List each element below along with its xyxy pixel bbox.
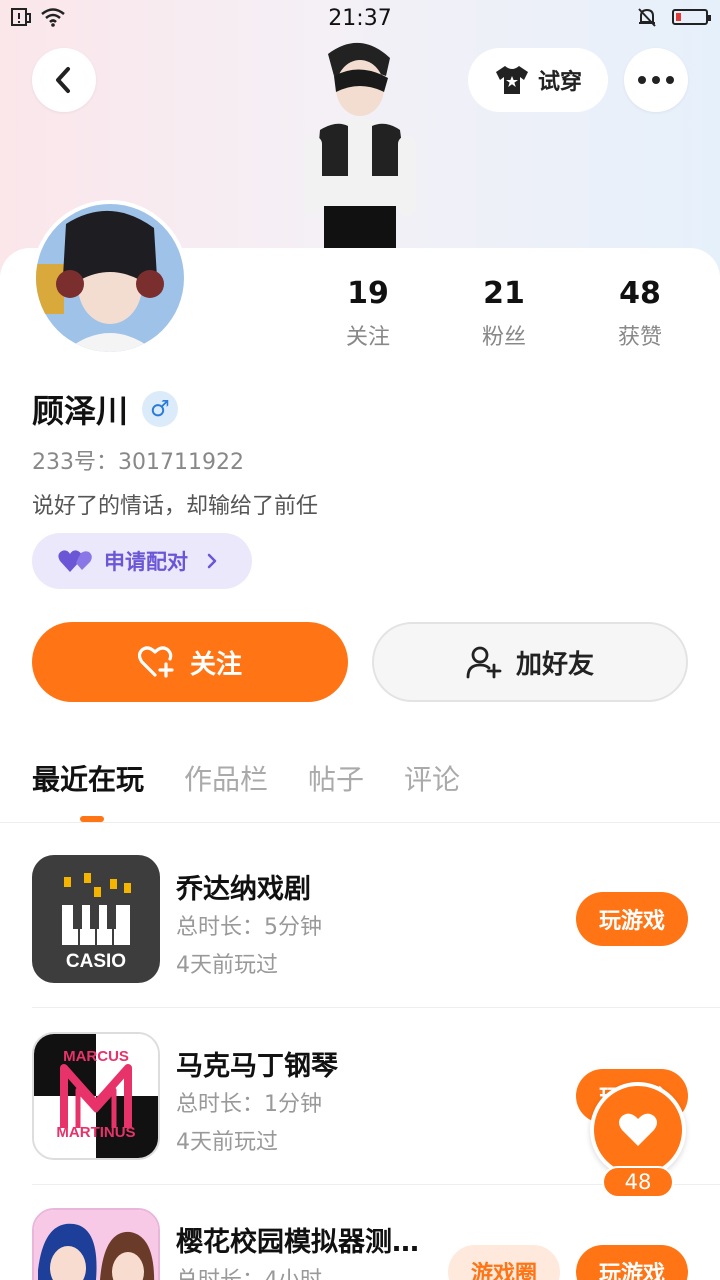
marcus-logo-text: MARCUS — [63, 1048, 129, 1065]
chevron-right-icon — [207, 553, 217, 569]
profile-tabs: 最近在玩 作品栏 帖子 评论 — [32, 758, 460, 798]
avatar-3d-figure — [290, 36, 430, 248]
stat-likes-value: 48 — [619, 276, 661, 311]
game-duration: 总时长：1分钟 — [176, 1092, 322, 1117]
add-friend-button[interactable]: 加好友 — [372, 622, 688, 702]
try-on-button[interactable]: 试穿 — [468, 48, 608, 112]
try-on-label: 试穿 — [537, 70, 582, 95]
avatar[interactable] — [32, 200, 188, 356]
game-icon-sakura-school — [32, 1208, 160, 1280]
status-bar: 21:37 — [0, 0, 720, 40]
game-title: 马克马丁钢琴 — [176, 1051, 338, 1082]
tshirt-icon — [495, 66, 528, 94]
tab-recently-played[interactable]: 最近在玩 — [32, 758, 144, 798]
stat-followers[interactable]: 21 粉丝 — [436, 276, 572, 356]
double-heart-icon — [58, 550, 92, 572]
battery-icon — [672, 9, 711, 25]
game-duration: 总时长：5分钟 — [176, 915, 322, 940]
add-user-icon — [466, 646, 502, 679]
game-circle-button[interactable]: 游戏圈 — [448, 1245, 560, 1280]
user-bio: 说好了的情话，却输给了前任 — [32, 494, 319, 519]
apply-match-label: 申请配对 — [104, 550, 188, 574]
male-gender-icon: ♂ — [142, 391, 179, 427]
more-dots-icon — [638, 76, 674, 84]
stat-following[interactable]: 19 关注 — [300, 276, 436, 356]
heart-icon — [619, 1113, 657, 1146]
user-id: 233号：301711922 — [32, 450, 244, 475]
tabs-divider — [0, 822, 720, 823]
game-last-played: 4天前玩过 — [176, 953, 278, 978]
stat-following-label: 关注 — [345, 325, 390, 350]
game-icon-marcus-martinus: MARCUS MARTINUS — [32, 1032, 160, 1160]
name-row: 顾泽川 ♂ — [32, 386, 179, 432]
row-divider — [32, 1007, 720, 1008]
stat-followers-label: 粉丝 — [481, 325, 526, 350]
tab-works[interactable]: 作品栏 — [184, 758, 268, 798]
stat-likes-label: 获赞 — [617, 325, 662, 350]
game-last-played: 4天前玩过 — [176, 1130, 278, 1155]
game-title: 乔达纳戏剧 — [176, 874, 311, 905]
game-icon-casio: CASIO — [32, 855, 160, 983]
profile-stats: 19 关注 21 粉丝 48 获赞 — [300, 276, 720, 356]
add-friend-label: 加好友 — [515, 649, 594, 680]
list-item[interactable]: 樱花校园模拟器测… 总时长：4小时 游戏圈 玩游戏 — [32, 1208, 720, 1280]
tab-comments[interactable]: 评论 — [404, 758, 460, 798]
follow-label: 关注 — [189, 649, 242, 680]
apply-match-button[interactable]: 申请配对 — [32, 533, 252, 589]
play-game-button[interactable]: 玩游戏 — [576, 1245, 688, 1280]
like-button[interactable] — [590, 1082, 686, 1178]
like-count: 48 — [602, 1166, 674, 1198]
user-name: 顾泽川 — [32, 392, 129, 430]
stat-following-value: 19 — [347, 276, 389, 311]
game-title: 樱花校园模拟器测… — [176, 1227, 419, 1258]
follow-button[interactable]: 关注 — [32, 622, 348, 702]
stat-likes[interactable]: 48 获赞 — [572, 276, 708, 356]
tab-posts[interactable]: 帖子 — [308, 758, 364, 798]
back-arrow-icon — [56, 67, 70, 93]
list-item[interactable]: CASIO 乔达纳戏剧 总时长：5分钟 4天前玩过 玩游戏 — [32, 855, 720, 1031]
stat-followers-value: 21 — [483, 276, 525, 311]
martinus-logo-text: MARTINUS — [56, 1124, 136, 1141]
mute-bell-icon — [638, 8, 656, 27]
game-duration: 总时长：4小时 — [176, 1262, 322, 1280]
status-time: 21:37 — [328, 6, 392, 31]
play-game-button[interactable]: 玩游戏 — [576, 892, 688, 946]
heart-plus-icon — [137, 646, 174, 678]
casio-logo-text: CASIO — [65, 951, 127, 972]
back-button[interactable] — [32, 48, 96, 112]
more-button[interactable] — [624, 48, 688, 112]
